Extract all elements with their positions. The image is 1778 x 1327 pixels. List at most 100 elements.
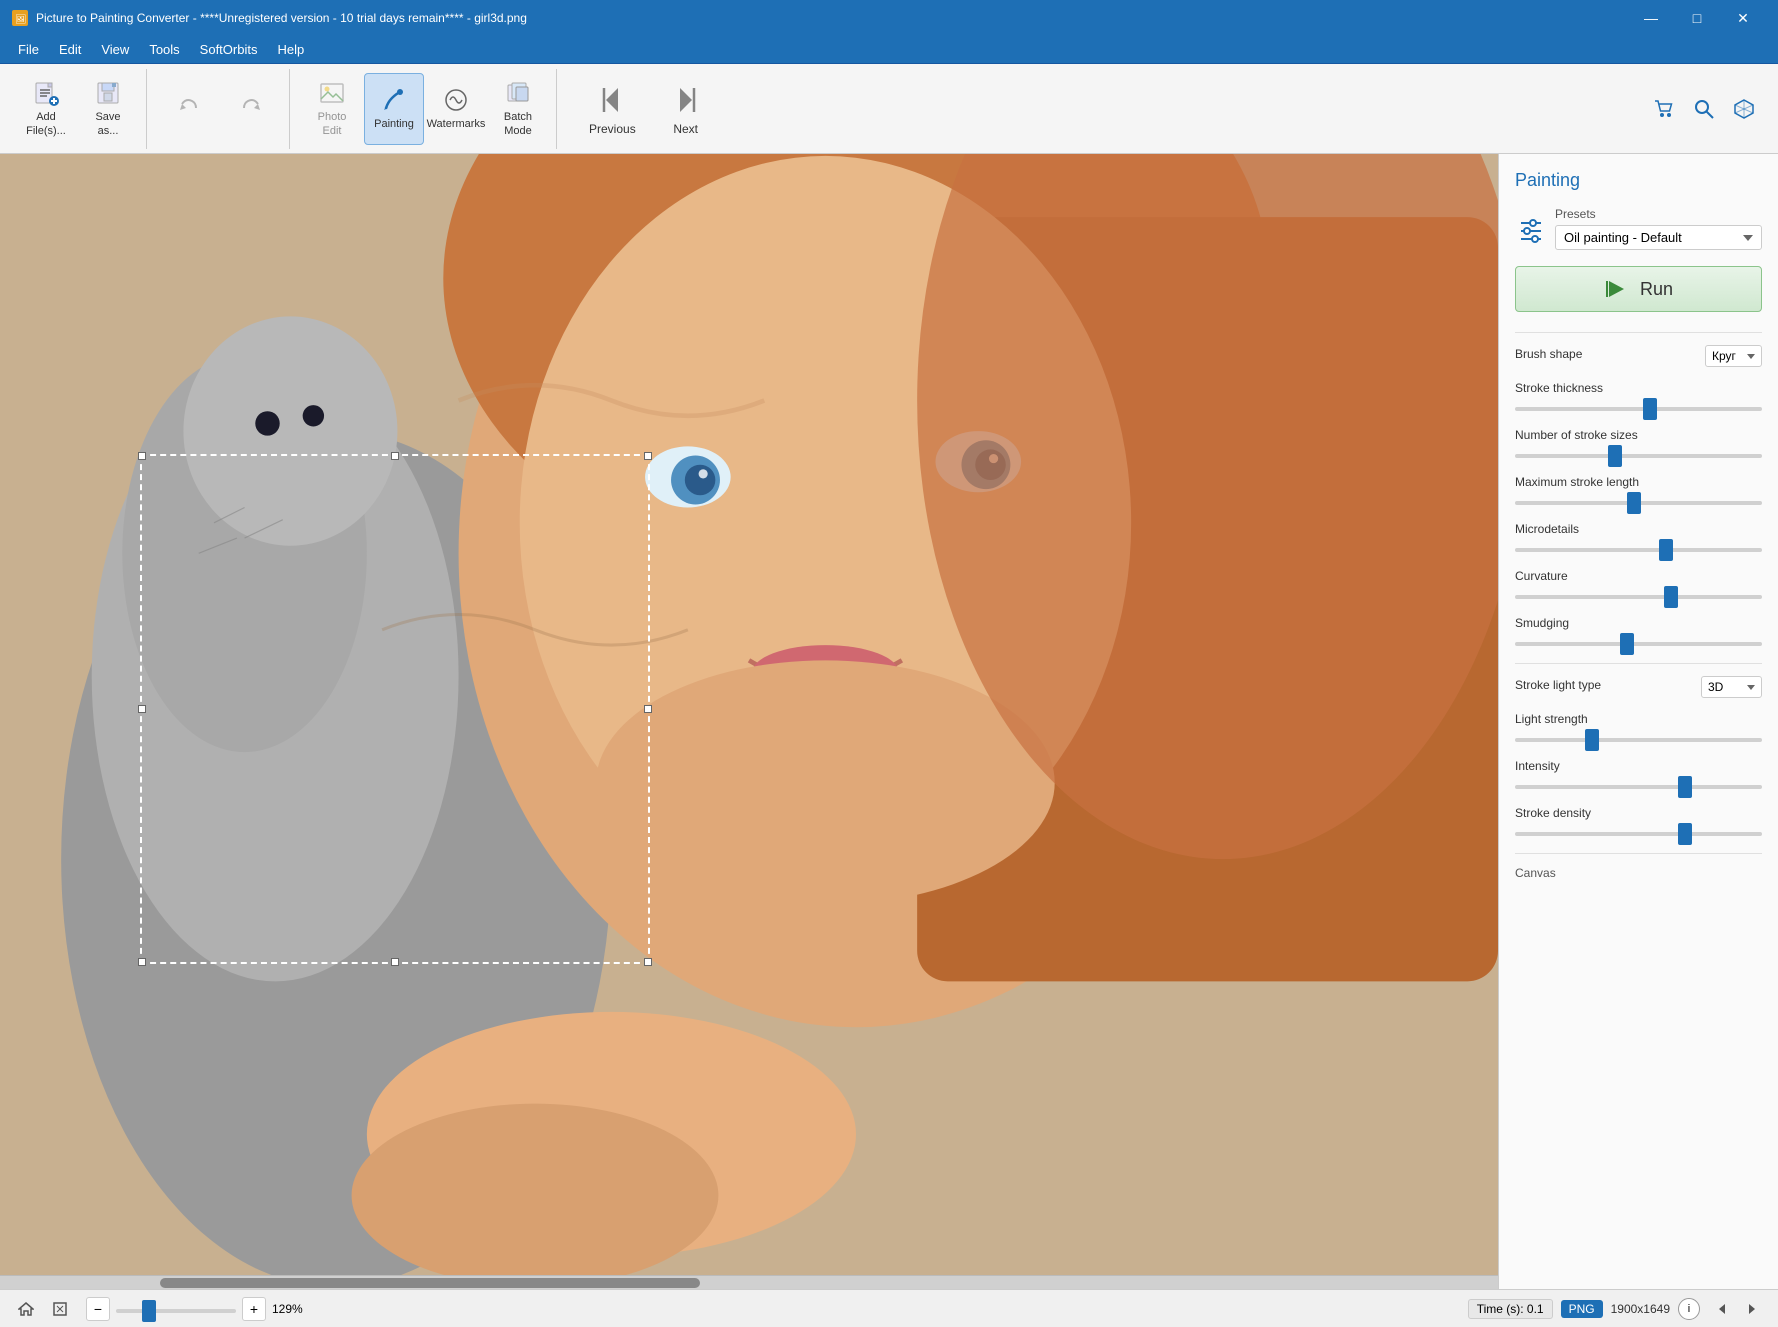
- menu-help[interactable]: Help: [267, 38, 314, 61]
- stroke-light-type-header: Stroke light type 3D 2D None: [1515, 676, 1762, 698]
- toolbar-group-file: AddFile(s)... Saveas...: [8, 69, 147, 149]
- brush-shape-header: Brush shape Круг Oval: [1515, 345, 1762, 367]
- canvas-section-label: Canvas: [1515, 866, 1762, 880]
- painting-button[interactable]: Painting: [364, 73, 424, 145]
- 3d-view-button[interactable]: [1726, 91, 1762, 127]
- app-icon: 🖼: [12, 10, 28, 26]
- smudging-label: Smudging: [1515, 616, 1762, 630]
- max-stroke-length-label: Maximum stroke length: [1515, 475, 1762, 489]
- menu-view[interactable]: View: [91, 38, 139, 61]
- next-button[interactable]: Next: [660, 74, 712, 144]
- microdetails-slider[interactable]: [1515, 548, 1762, 552]
- cart-icon: [1653, 98, 1675, 120]
- stroke-thickness-slider[interactable]: [1515, 407, 1762, 411]
- time-badge: Time (s): 0.1: [1468, 1299, 1553, 1319]
- toolbar-right: [1646, 91, 1770, 127]
- search-button[interactable]: [1686, 91, 1722, 127]
- photo-edit-label: PhotoEdit: [318, 111, 347, 137]
- maximize-button[interactable]: □: [1674, 0, 1720, 36]
- photo-icon: [318, 79, 346, 107]
- canvas-area[interactable]: [0, 154, 1498, 1289]
- watermarks-button[interactable]: Watermarks: [426, 73, 486, 145]
- minimize-button[interactable]: —: [1628, 0, 1674, 36]
- zoom-out-button[interactable]: −: [86, 1297, 110, 1321]
- intensity-row: Intensity: [1515, 759, 1762, 792]
- next-label: Next: [673, 122, 698, 136]
- right-panel: Painting Presets Oil painting - Default …: [1498, 154, 1778, 1289]
- stroke-light-type-row: Stroke light type 3D 2D None: [1515, 676, 1762, 698]
- intensity-slider[interactable]: [1515, 785, 1762, 789]
- home-view-button[interactable]: [12, 1295, 40, 1323]
- title-bar-left: 🖼 Picture to Painting Converter - ****Un…: [12, 10, 527, 26]
- presets-row: Presets Oil painting - Default Watercolo…: [1515, 207, 1762, 250]
- canvas-scrollbar[interactable]: [0, 1275, 1498, 1289]
- close-button[interactable]: ✕: [1720, 0, 1766, 36]
- window-title: Picture to Painting Converter - ****Unre…: [36, 11, 527, 25]
- image-size-badge: 1900x1649: [1611, 1302, 1670, 1316]
- smudging-slider[interactable]: [1515, 642, 1762, 646]
- stroke-light-type-label: Stroke light type: [1515, 678, 1601, 692]
- previous-label: Previous: [589, 122, 636, 136]
- add-file-icon: [32, 79, 60, 107]
- presets-dropdown[interactable]: Oil painting - Default Watercolor Sketch: [1555, 225, 1762, 250]
- image-svg: [0, 154, 1498, 1289]
- undo-button[interactable]: [159, 73, 219, 145]
- stroke-density-slider[interactable]: [1515, 832, 1762, 836]
- fit-icon: [52, 1301, 68, 1317]
- redo-button[interactable]: [221, 73, 281, 145]
- cart-button[interactable]: [1646, 91, 1682, 127]
- image-background: [0, 154, 1498, 1289]
- curvature-slider[interactable]: [1515, 595, 1762, 599]
- run-label: Run: [1640, 279, 1673, 300]
- brush-shape-dropdown[interactable]: Круг Oval: [1705, 345, 1762, 367]
- save-as-button[interactable]: Saveas...: [78, 73, 138, 145]
- watermarks-label: Watermarks: [427, 118, 486, 131]
- svg-text:🖼: 🖼: [15, 14, 26, 24]
- add-file-button[interactable]: AddFile(s)...: [16, 73, 76, 145]
- separator-3: [1515, 853, 1762, 854]
- smudging-row: Smudging: [1515, 616, 1762, 649]
- microdetails-label: Microdetails: [1515, 522, 1762, 536]
- info-button[interactable]: i: [1678, 1298, 1700, 1320]
- stroke-light-type-dropdown[interactable]: 3D 2D None: [1701, 676, 1762, 698]
- zoom-slider[interactable]: [116, 1309, 236, 1313]
- toolbar-group-edit: [151, 69, 290, 149]
- num-stroke-sizes-slider[interactable]: [1515, 454, 1762, 458]
- max-stroke-length-slider[interactable]: [1515, 501, 1762, 505]
- zoom-controls: − + 129%: [86, 1297, 312, 1321]
- redo-icon: [240, 96, 262, 118]
- stroke-density-row: Stroke density: [1515, 806, 1762, 839]
- 3d-view-icon: [1733, 98, 1755, 120]
- previous-button[interactable]: Previous: [581, 74, 644, 144]
- batch-mode-button[interactable]: BatchMode: [488, 73, 548, 145]
- menu-file[interactable]: File: [8, 38, 49, 61]
- presets-label: Presets: [1555, 207, 1762, 221]
- zoom-value: 129%: [272, 1302, 312, 1316]
- photo-edit-button[interactable]: PhotoEdit: [302, 73, 362, 145]
- menu-softorbits[interactable]: SoftOrbits: [190, 38, 268, 61]
- watermarks-icon: [442, 86, 470, 114]
- canvas-scrollbar-thumb[interactable]: [160, 1278, 700, 1288]
- light-strength-slider[interactable]: [1515, 738, 1762, 742]
- menu-tools[interactable]: Tools: [139, 38, 189, 61]
- batch-mode-icon: [504, 79, 532, 107]
- zoom-in-button[interactable]: +: [242, 1297, 266, 1321]
- toolbar: AddFile(s)... Saveas...: [0, 64, 1778, 154]
- status-right: Time (s): 0.1 PNG 1900x1649 i: [1468, 1295, 1766, 1323]
- menu-edit[interactable]: Edit: [49, 38, 91, 61]
- painting-icon: [380, 86, 408, 114]
- status-next-button[interactable]: [1738, 1295, 1766, 1323]
- status-icons: [12, 1295, 74, 1323]
- intensity-label: Intensity: [1515, 759, 1762, 773]
- toolbar-group-modes: PhotoEdit Painting Watermarks BatchMod: [294, 69, 557, 149]
- light-strength-label: Light strength: [1515, 712, 1762, 726]
- add-file-label: AddFile(s)...: [26, 111, 66, 137]
- search-icon: [1693, 98, 1715, 120]
- status-nav-buttons: [1708, 1295, 1766, 1323]
- run-button[interactable]: Run: [1515, 266, 1762, 312]
- status-prev-button[interactable]: [1708, 1295, 1736, 1323]
- fit-view-button[interactable]: [46, 1295, 74, 1323]
- num-stroke-sizes-label: Number of stroke sizes: [1515, 428, 1762, 442]
- status-prev-icon: [1715, 1302, 1729, 1316]
- window-controls: — □ ✕: [1628, 0, 1766, 36]
